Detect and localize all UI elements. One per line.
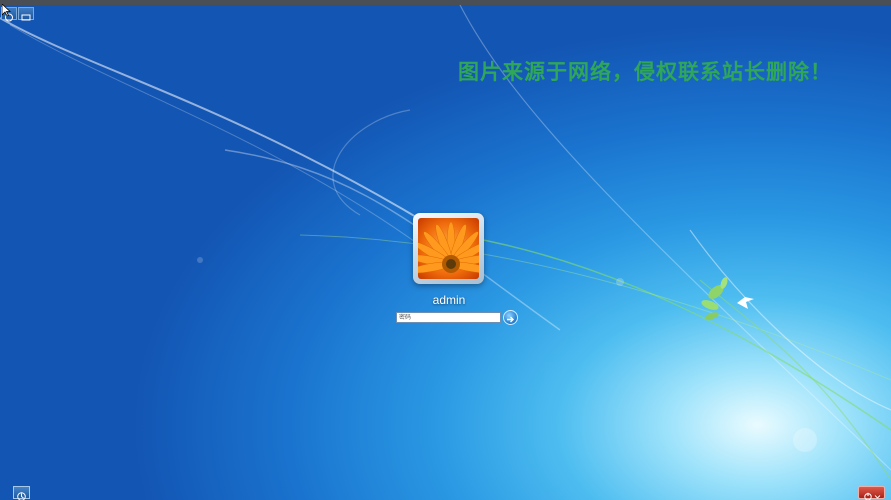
ease-of-access-button[interactable] <box>13 486 30 500</box>
login-screen: 图片来源于网络，侵权联系站长删除！ admin <box>0 0 891 500</box>
submit-login-button[interactable] <box>503 310 518 325</box>
watermark-text: 图片来源于网络，侵权联系站长删除！ <box>458 60 832 84</box>
ease-of-access-icon <box>17 492 26 500</box>
chevron-down-icon <box>874 495 881 499</box>
avatar <box>418 218 479 279</box>
password-field[interactable] <box>396 312 501 323</box>
power-icon <box>864 492 881 500</box>
keyboard-icon <box>21 14 31 21</box>
shutdown-button[interactable] <box>858 486 885 500</box>
keyboard-button[interactable] <box>18 7 34 21</box>
mouse-pointer-icon <box>2 4 11 17</box>
orange-flower-avatar-image <box>418 218 479 279</box>
arrow-right-icon <box>507 316 514 323</box>
username-label: admin <box>432 293 466 307</box>
user-avatar-frame[interactable] <box>413 213 484 284</box>
